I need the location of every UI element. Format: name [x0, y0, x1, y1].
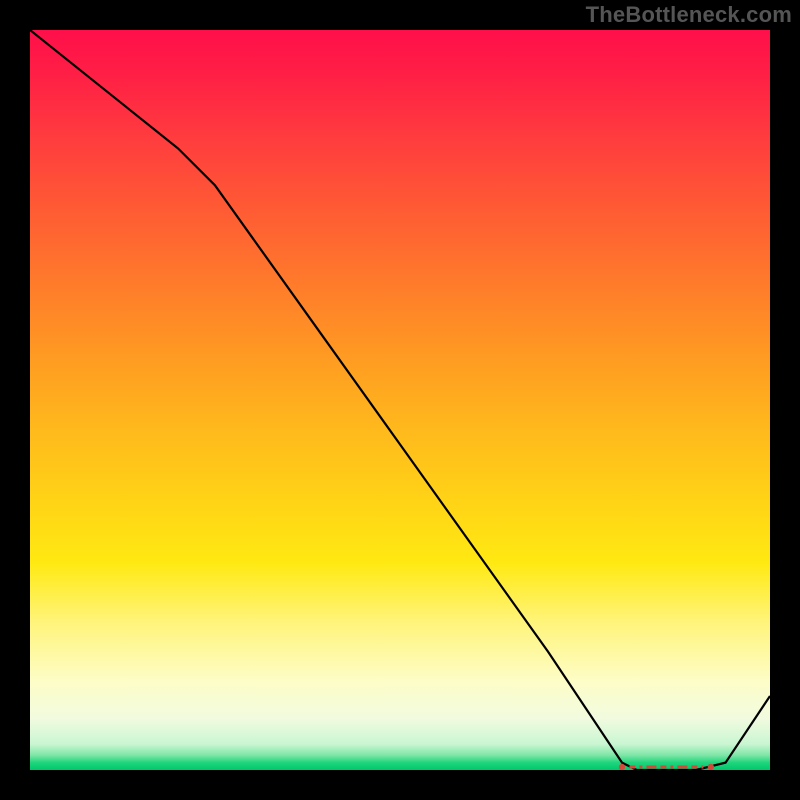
- plot-area: [30, 30, 770, 770]
- chart-frame: TheBottleneck.com: [0, 0, 800, 800]
- bottleneck-curve-line: [30, 30, 770, 770]
- bottleneck-curve-svg: [30, 30, 770, 770]
- min-marker-dot: [708, 764, 714, 770]
- min-marker-dot: [619, 764, 625, 770]
- watermark-text: TheBottleneck.com: [586, 2, 792, 28]
